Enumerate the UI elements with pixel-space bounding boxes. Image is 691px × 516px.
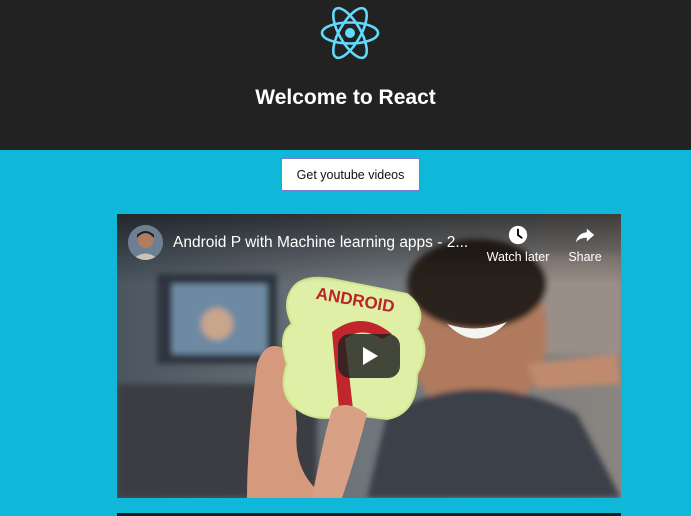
watch-later-label: Watch later	[486, 250, 550, 264]
play-icon	[363, 347, 378, 365]
get-youtube-videos-button[interactable]: Get youtube videos	[281, 158, 420, 191]
video-title-link[interactable]: Android P with Machine learning apps - 2…	[173, 234, 478, 252]
share-arrow-icon	[575, 228, 595, 243]
app-header: Welcome to React	[0, 0, 691, 150]
youtube-video-player[interactable]: ANDROID Android P with Machine learning …	[117, 214, 621, 498]
react-logo-icon	[320, 6, 380, 60]
clock-icon	[508, 225, 528, 245]
share-label: Share	[568, 250, 602, 264]
play-button[interactable]	[338, 334, 400, 378]
watch-later-button[interactable]: Watch later	[485, 224, 551, 264]
page-title: Welcome to React	[255, 86, 436, 109]
share-button[interactable]: Share	[552, 224, 618, 264]
channel-avatar[interactable]	[128, 225, 163, 260]
